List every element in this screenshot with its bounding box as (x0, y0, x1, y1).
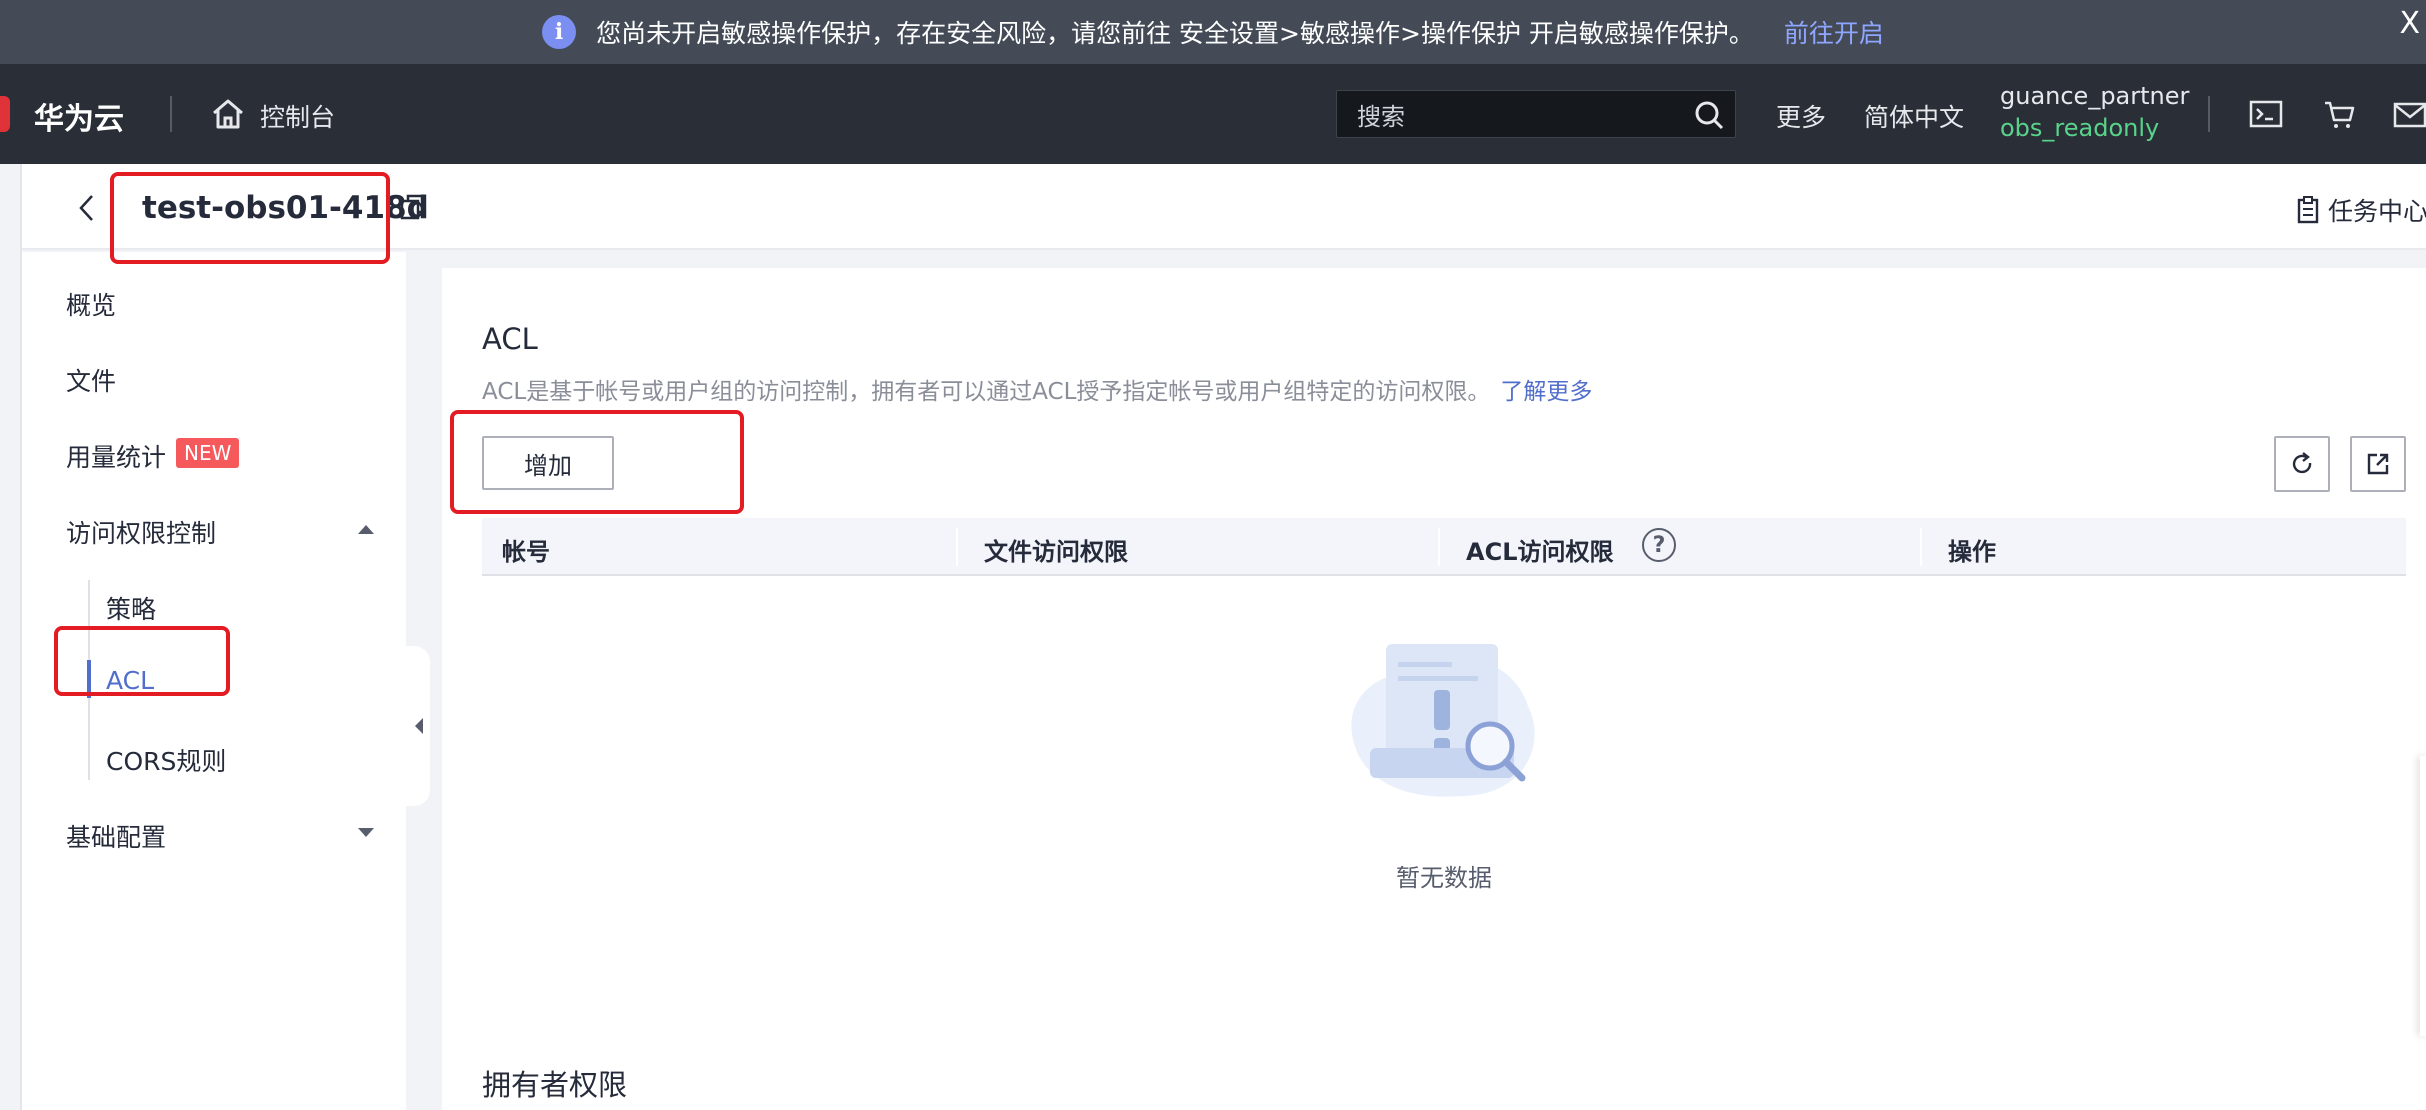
info-icon: i (542, 15, 577, 49)
column-acl-access: ACL访问权限 (1466, 538, 1614, 566)
sidebar-item-files[interactable]: 文件 (66, 362, 116, 398)
column-separator (1920, 528, 1922, 566)
sidebar-item-overview[interactable]: 概览 (66, 286, 116, 322)
brand-name[interactable]: 华为云 (34, 94, 124, 138)
header-divider-right (2208, 96, 2210, 132)
home-icon[interactable] (208, 94, 248, 134)
column-file-access: 文件访问权限 (984, 538, 1128, 566)
export-icon (2367, 453, 2389, 475)
mail-icon[interactable] (2392, 96, 2426, 132)
task-center-label: 任务中心 (2328, 197, 2426, 226)
column-separator (1438, 528, 1440, 566)
clipboard-icon (2297, 196, 2319, 224)
task-center-link[interactable]: 任务中心 (2296, 192, 2426, 228)
acl-table-header: 帐号 文件访问权限 ACL访问权限 操作 (482, 518, 2406, 576)
new-badge: NEW (176, 438, 240, 468)
search-placeholder: 搜索 (1357, 102, 1405, 131)
help-icon[interactable]: ? (1642, 528, 1676, 562)
terminal-icon[interactable] (2248, 96, 2284, 132)
owner-permissions-title: 拥有者权限 (482, 1068, 628, 1102)
console-link[interactable]: 控制台 (260, 98, 335, 134)
caret-down-icon[interactable] (356, 826, 376, 840)
column-separator (956, 528, 958, 566)
column-actions: 操作 (1948, 538, 1996, 566)
empty-state-text: 暂无数据 (1396, 864, 1492, 892)
header-divider (170, 96, 172, 132)
huawei-logo-icon[interactable] (0, 96, 10, 132)
highlight-bucket-title (110, 172, 390, 264)
column-account: 帐号 (502, 538, 550, 566)
search-input[interactable]: 搜索 (1336, 90, 1736, 138)
right-drawer-edge[interactable] (2420, 756, 2426, 1036)
caret-up-icon[interactable] (356, 522, 376, 536)
notice-message: 您尚未开启敏感操作保护，存在安全风险，请您前往 安全设置>敏感操作>操作保护 开… (596, 19, 1754, 48)
export-button[interactable] (2350, 436, 2406, 492)
sidebar-item-access-control[interactable]: 访问权限控制 (66, 514, 216, 550)
refresh-button[interactable] (2274, 436, 2330, 492)
notice-enable-link[interactable]: 前往开启 (1784, 14, 1884, 50)
empty-state-icon (1351, 644, 1535, 797)
sidebar-item-cors[interactable]: CORS规则 (106, 742, 226, 778)
user-name[interactable]: guance_partner (2000, 82, 2189, 110)
sidebar-item-basic-config[interactable]: 基础配置 (66, 818, 166, 854)
top-header: 华为云 控制台 搜索 更多 简体中文 guance_partner obs_re… (0, 64, 2426, 164)
security-notice-bar: i 您尚未开启敏感操作保护，存在安全风险，请您前往 安全设置>敏感操作>操作保护… (0, 0, 2426, 64)
section-description: ACL是基于帐号或用户组的访问控制，拥有者可以通过ACL授予指定帐号或用户组特定… (482, 372, 1592, 406)
sidebar-item-policy[interactable]: 策略 (106, 590, 156, 626)
highlight-add-button (450, 410, 744, 514)
collapse-arrow-icon[interactable] (413, 716, 425, 736)
section-title: ACL (482, 322, 538, 356)
user-role[interactable]: obs_readonly (2000, 114, 2159, 142)
copy-icon[interactable] (398, 192, 428, 222)
learn-more-link[interactable]: 了解更多 (1500, 379, 1592, 405)
back-arrow-icon[interactable] (70, 190, 106, 226)
search-icon[interactable] (1693, 99, 1725, 131)
notice-close-icon[interactable]: X (2399, 6, 2420, 41)
language-selector[interactable]: 简体中文 (1864, 98, 1964, 134)
section-description-text: ACL是基于帐号或用户组的访问控制，拥有者可以通过ACL授予指定帐号或用户组特定… (482, 379, 1491, 405)
cart-icon[interactable] (2322, 96, 2358, 132)
highlight-acl-item (54, 626, 230, 696)
more-menu[interactable]: 更多 (1776, 98, 1826, 134)
sidebar-item-usage[interactable]: 用量统计 (66, 438, 166, 474)
left-edge (0, 164, 22, 1110)
refresh-icon (2292, 452, 2312, 474)
